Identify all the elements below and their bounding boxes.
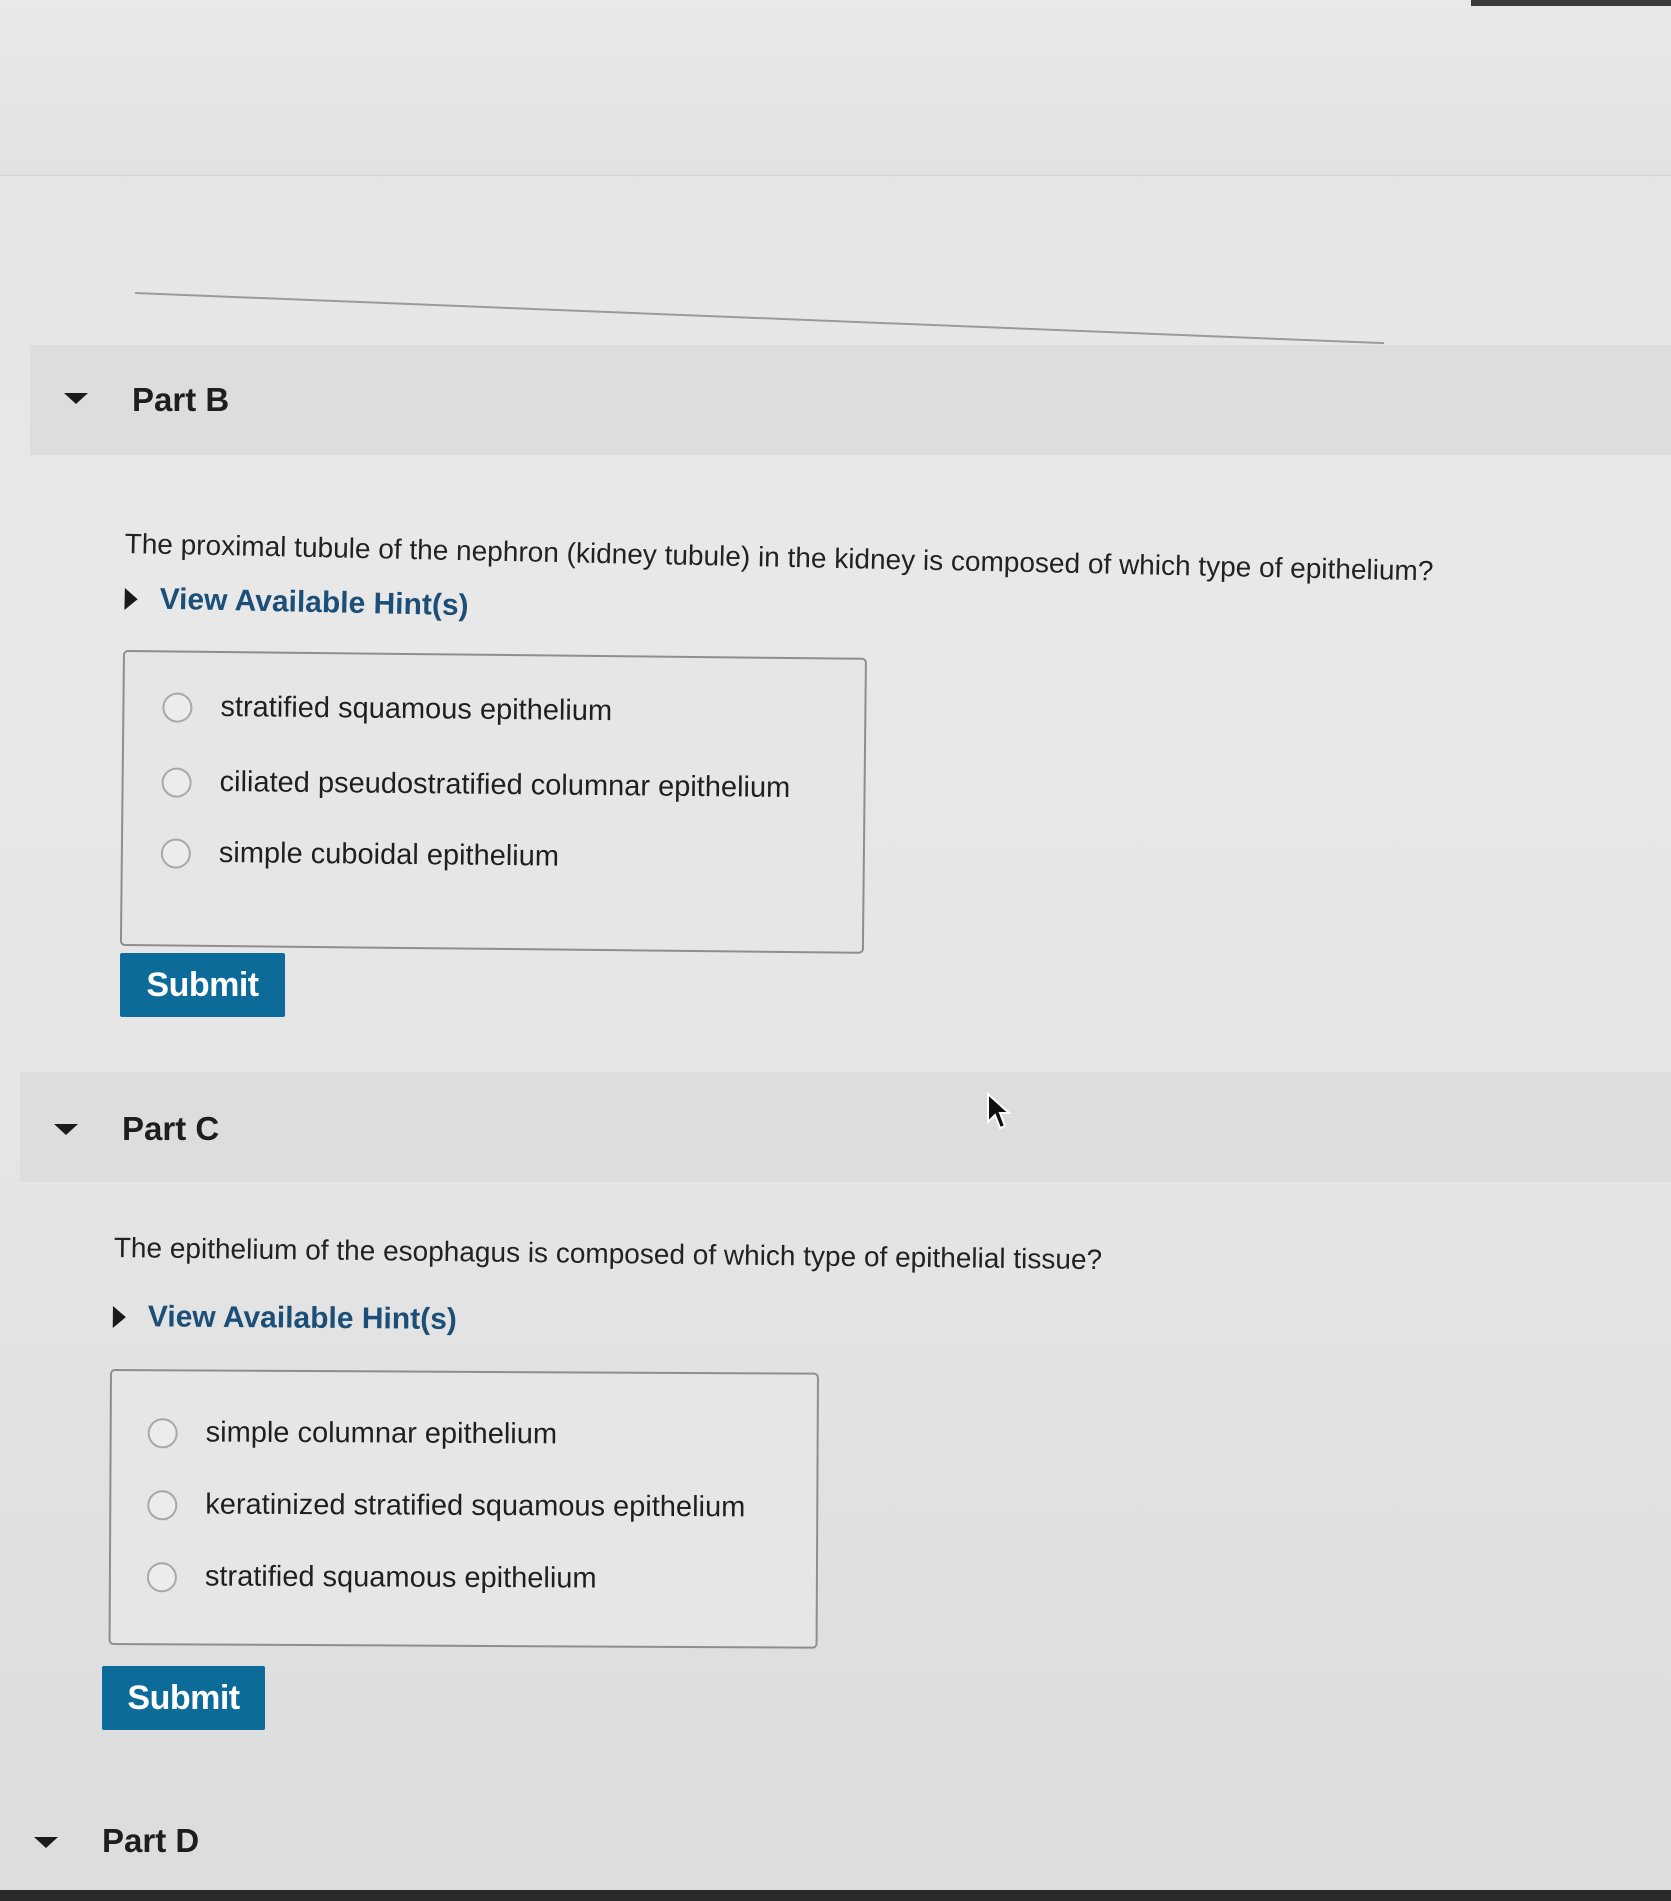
radio-button[interactable] <box>146 1561 177 1592</box>
view-hints-toggle[interactable]: View Available Hint(s) <box>124 582 469 623</box>
option-label: keratinized stratified squamous epitheli… <box>205 1488 746 1524</box>
submit-button[interactable]: Submit <box>120 953 285 1017</box>
radio-button[interactable] <box>161 766 192 798</box>
section-divider <box>134 292 1385 345</box>
window-edge <box>1471 0 1671 6</box>
radio-button[interactable] <box>147 1417 178 1448</box>
radio-button[interactable] <box>147 1489 178 1520</box>
option-label: stratified squamous epithelium <box>220 691 613 728</box>
part-title: Part B <box>132 381 230 418</box>
option-label: stratified squamous epithelium <box>204 1560 597 1595</box>
answer-options-box: simple columnar epithelium keratinized s… <box>108 1369 819 1649</box>
question-text: The proximal tubule of the nephron (kidn… <box>124 528 1434 587</box>
part-c-header[interactable]: Part C <box>20 1072 1671 1182</box>
hint-link[interactable]: View Available Hint(s) <box>159 583 469 623</box>
expand-caret-icon <box>112 1305 126 1329</box>
option-label: simple cuboidal epithelium <box>218 837 560 873</box>
option-label: simple columnar epithelium <box>205 1416 558 1451</box>
hint-link[interactable]: View Available Hint(s) <box>148 1300 457 1337</box>
previous-section-area <box>0 0 1671 176</box>
option-label: ciliated pseudostratified columnar epith… <box>219 766 791 804</box>
answer-option[interactable]: simple cuboidal epithelium <box>160 836 560 873</box>
window-bottom-edge <box>0 1890 1671 1901</box>
answer-options-box: stratified squamous epithelium ciliated … <box>119 650 867 954</box>
collapse-caret-icon[interactable] <box>34 1837 58 1848</box>
part-title: Part D <box>102 1822 200 1859</box>
answer-option[interactable]: stratified squamous epithelium <box>162 690 612 728</box>
question-text: The epithelium of the esophagus is compo… <box>113 1232 1103 1276</box>
answer-option[interactable]: ciliated pseudostratified columnar epith… <box>161 765 790 805</box>
assignment-page: Part B The proximal tubule of the nephro… <box>0 0 1671 1901</box>
radio-button[interactable] <box>162 691 193 723</box>
part-title: Part C <box>122 1110 220 1147</box>
answer-option[interactable]: stratified squamous epithelium <box>146 1560 597 1595</box>
part-d-header[interactable]: Part D <box>0 1790 1671 1890</box>
part-b-header[interactable]: Part B <box>30 345 1671 455</box>
answer-option[interactable]: simple columnar epithelium <box>147 1416 558 1451</box>
view-hints-toggle[interactable]: View Available Hint(s) <box>112 1300 457 1337</box>
radio-button[interactable] <box>160 837 192 869</box>
expand-caret-icon <box>124 587 138 611</box>
collapse-caret-icon[interactable] <box>54 1124 78 1135</box>
submit-button[interactable]: Submit <box>102 1666 265 1730</box>
collapse-caret-icon[interactable] <box>64 393 88 404</box>
answer-option[interactable]: keratinized stratified squamous epitheli… <box>147 1488 745 1524</box>
mouse-pointer-icon <box>987 1092 1012 1130</box>
